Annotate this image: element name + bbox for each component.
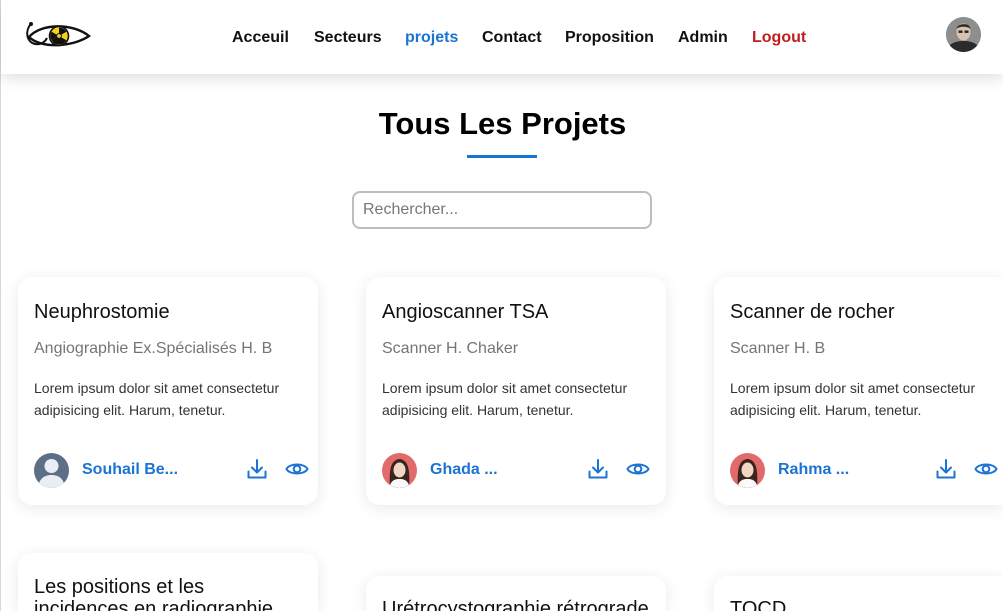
male-avatar-icon — [34, 453, 69, 488]
project-subtitle: Scanner H. Chaker — [382, 340, 519, 357]
eye-icon[interactable] — [974, 457, 998, 481]
author-avatar — [730, 453, 765, 488]
user-avatar-photo-icon — [946, 17, 981, 52]
project-title: Angioscanner TSA — [382, 301, 549, 323]
author-avatar — [382, 453, 417, 488]
project-card[interactable]: TOCD — [714, 576, 1003, 611]
project-subtitle: Angiographie Ex.Spécialisés H. B — [34, 340, 273, 357]
user-avatar[interactable] — [946, 17, 981, 52]
project-title: Urétrocystographie rétrograde — [382, 598, 649, 611]
eye-icon[interactable] — [285, 457, 309, 481]
download-icon[interactable] — [245, 457, 269, 481]
nav-link-projets[interactable]: projets — [405, 29, 458, 47]
project-card[interactable]: Neuphrostomie Angiographie Ex.Spécialisé… — [18, 277, 318, 505]
nav-link-logout[interactable]: Logout — [752, 29, 806, 47]
nav-links: Acceuil Secteurs projets Contact Proposi… — [1, 29, 1003, 49]
nav-link-admin[interactable]: Admin — [678, 29, 728, 47]
project-title: Neuphrostomie — [34, 301, 170, 323]
project-description: Lorem ipsum dolor sit amet consectetur a… — [730, 380, 976, 418]
nav-link-contact[interactable]: Contact — [482, 29, 542, 47]
nav-link-acceuil[interactable]: Acceuil — [232, 29, 289, 47]
search-input[interactable] — [352, 191, 652, 229]
author-name[interactable]: Rahma ... — [778, 461, 849, 479]
project-subtitle: Scanner H. B — [730, 340, 826, 357]
nav-link-proposition[interactable]: Proposition — [565, 29, 654, 47]
eye-icon[interactable] — [626, 457, 650, 481]
female-avatar-icon — [730, 453, 765, 488]
project-card[interactable]: Les positions et les incidences en radio… — [18, 553, 318, 611]
project-card[interactable]: Angioscanner TSA Scanner H. Chaker Lorem… — [366, 277, 666, 505]
nav-link-secteurs[interactable]: Secteurs — [314, 29, 382, 47]
author-name[interactable]: Ghada ... — [430, 461, 498, 479]
project-description: Lorem ipsum dolor sit amet consectetur a… — [34, 380, 280, 418]
author-name[interactable]: Souhail Be... — [82, 461, 178, 479]
project-description: Lorem ipsum dolor sit amet consectetur a… — [382, 380, 628, 418]
page-title: Tous Les Projets — [378, 106, 627, 141]
project-title: Les positions et les incidences en radio… — [34, 576, 274, 611]
project-card[interactable]: Urétrocystographie rétrograde — [366, 576, 666, 611]
project-card[interactable]: Scanner de rocher Scanner H. B Lorem ips… — [714, 277, 1003, 505]
title-underline — [467, 155, 537, 158]
project-title: TOCD — [730, 598, 787, 611]
female-avatar-icon — [382, 453, 417, 488]
author-avatar — [34, 453, 69, 488]
download-icon[interactable] — [934, 457, 958, 481]
project-title: Scanner de rocher — [730, 301, 895, 323]
download-icon[interactable] — [586, 457, 610, 481]
navbar: Acceuil Secteurs projets Contact Proposi… — [1, 0, 1003, 74]
